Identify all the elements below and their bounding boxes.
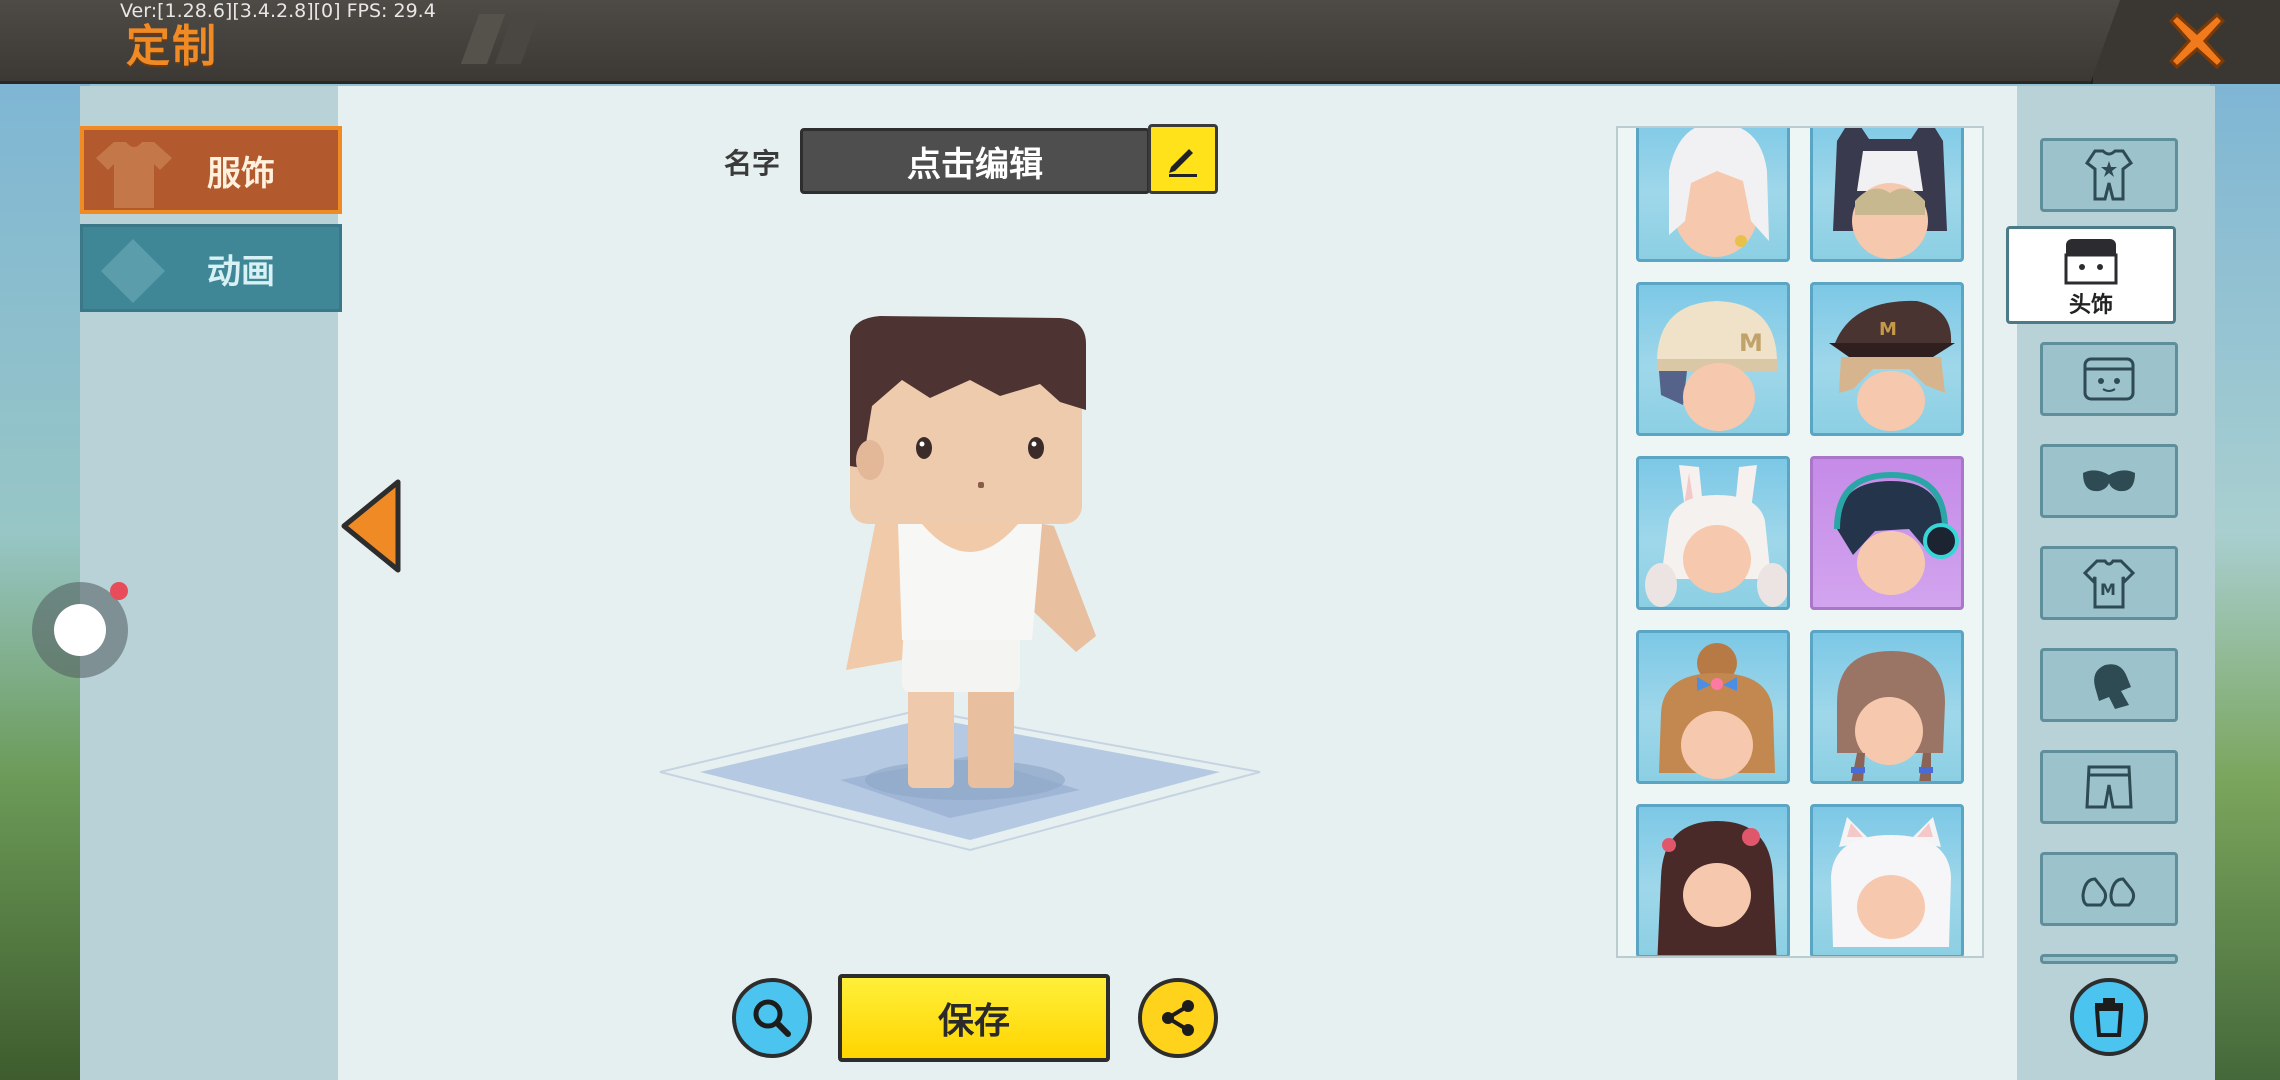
item-brown-cap[interactable]: M [1810,282,1964,436]
item-thumbnail [1834,471,1959,595]
category-headwear-label: 头饰 [2068,293,2113,318]
pants-icon [2085,765,2133,809]
top-bar: Ver:[1.28.6][3.4.2.8][0] FPS: 29.4 定制 [0,0,2280,84]
avatar-model [659,316,1261,852]
item-thumbnail [1657,821,1777,955]
collapse-arrow-button[interactable] [340,478,404,574]
tab-fashion[interactable]: 服饰 [80,126,342,214]
floating-assist-button[interactable] [32,582,128,678]
arrow-left-icon [341,479,401,573]
trash-icon [2094,998,2124,1037]
shoes-icon [2081,877,2136,907]
svg-text:M: M [2100,580,2116,599]
item-thumbnail [1833,128,1947,259]
svg-text:M: M [1739,329,1763,357]
page-title: 定制 [126,21,218,72]
tab-fashion-label: 服饰 [207,153,275,194]
face-icon [2083,357,2135,401]
item-long-dark-hair-roses[interactable] [1636,804,1790,956]
head-icon [2064,239,2118,285]
item-thumbnail [1837,651,1945,781]
mask-icon [2083,470,2135,492]
item-braid-brown[interactable] [1810,630,1964,784]
magnifier-icon [753,999,791,1037]
category-shoes[interactable] [2040,852,2178,926]
edit-name-button[interactable] [1148,124,1218,194]
save-button[interactable]: 保存 [838,974,1110,1062]
item-thumbnail [1645,465,1787,607]
tab-animation-label: 动画 [207,251,275,292]
item-thumbnail: M [1829,300,1955,431]
shirt-icon: M [2082,559,2136,609]
name-input[interactable]: 点击编辑 [800,128,1150,194]
svg-text:M: M [1879,319,1897,340]
share-icon [1162,1000,1194,1036]
pencil-icon [1169,149,1197,177]
close-icon [2168,12,2226,70]
category-headwear[interactable]: 头饰 [2006,226,2176,324]
item-white-cat-ears[interactable] [1810,804,1964,956]
item-husky-hood[interactable] [1810,128,1964,262]
tab-animation[interactable]: 动画 [80,224,342,312]
suit-icon [2084,149,2134,201]
item-bunny-twintails[interactable] [1636,456,1790,610]
close-button[interactable] [2164,8,2230,74]
category-hand[interactable] [2040,648,2178,722]
item-grid[interactable]: M M [1616,126,1984,958]
category-top[interactable]: M [2040,546,2178,620]
name-label: 名字 [724,147,781,180]
item-white-hair-earring[interactable] [1636,128,1790,262]
notification-dot [110,582,128,600]
category-pants[interactable] [2040,750,2178,824]
character-preview[interactable] [640,310,1310,870]
item-thumbnail [1659,643,1775,779]
item-thumbnail: M [1657,301,1777,431]
shirt-icon [96,142,172,208]
glove-icon [2094,664,2131,709]
category-more[interactable] [2040,954,2178,964]
item-beige-beanie[interactable]: M [1636,282,1790,436]
item-thumbnail [1669,128,1769,257]
zoom-button[interactable] [732,978,812,1058]
item-bun-with-bow[interactable] [1636,630,1790,784]
item-thumbnail [1831,817,1951,947]
item-headphones-dark-hair[interactable] [1810,456,1964,610]
category-face[interactable] [2040,342,2178,416]
category-mask[interactable] [2040,444,2178,518]
category-suit[interactable] [2040,138,2178,212]
floating-button-core [54,604,106,656]
delete-button[interactable] [2070,978,2148,1056]
play-icon [101,239,165,303]
background-scenery-right [2210,84,2280,1080]
share-button[interactable] [1138,978,1218,1058]
